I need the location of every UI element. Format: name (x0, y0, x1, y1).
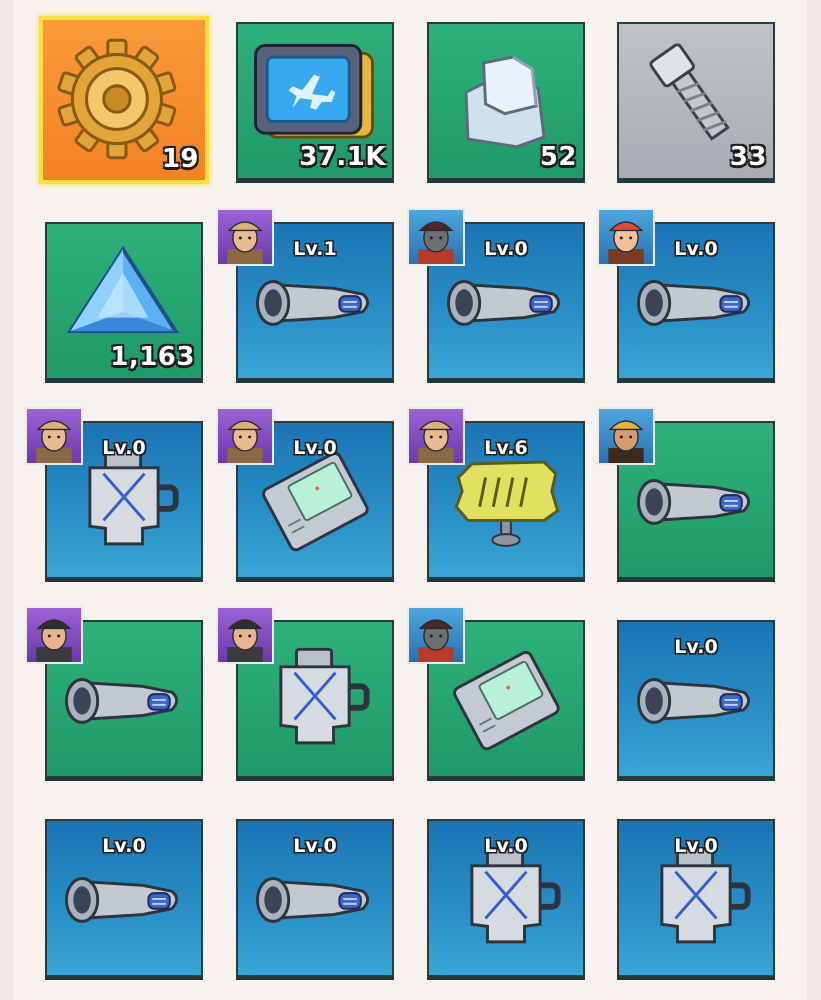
inventory-slot[interactable]: Lv.0 (617, 819, 775, 977)
item-count: 33 (729, 142, 767, 172)
item-level: Lv.0 (674, 636, 718, 658)
inventory-slot[interactable] (25, 606, 203, 778)
red-cap-kid-portrait (597, 208, 655, 266)
inventory-slot[interactable]: Lv.0 (236, 819, 394, 977)
inventory-slot[interactable]: Lv.0 (617, 620, 775, 778)
inventory-slot[interactable] (216, 606, 394, 778)
item-level: Lv.0 (293, 835, 337, 857)
bearded-man-portrait (216, 606, 274, 664)
item-level: Lv.0 (102, 835, 146, 857)
item-level: Lv.0 (674, 835, 718, 857)
inventory-slot[interactable]: 37.1K (236, 22, 394, 180)
gasmask-soldier-portrait (407, 606, 465, 664)
inventory-slot[interactable] (597, 407, 775, 579)
hat-explorer-portrait (25, 407, 83, 465)
gasmask-soldier-portrait (407, 208, 465, 266)
inventory-slot[interactable]: Lv.0 (597, 208, 775, 380)
item-count: 52 (539, 142, 577, 172)
item-count: 37.1K (299, 142, 386, 172)
hat-explorer-portrait (407, 407, 465, 465)
inventory-slot[interactable]: 1,163 (45, 222, 203, 380)
inventory-slot[interactable]: Lv.1 (216, 208, 394, 380)
inventory-slot[interactable]: Lv.0 (427, 819, 585, 977)
item-count: 19 (161, 144, 199, 174)
inventory-slot[interactable]: Lv.0 (45, 819, 203, 977)
inventory-slot[interactable]: Lv.6 (407, 407, 585, 579)
inventory-slot[interactable]: Lv.0 (25, 407, 203, 579)
inventory-slot[interactable]: 33 (617, 22, 775, 180)
hat-explorer-portrait (216, 208, 274, 266)
inventory-slot[interactable]: Lv.0 (216, 407, 394, 579)
bearded-man-portrait (25, 606, 83, 664)
yellow-cap-pilot-portrait (597, 407, 655, 465)
item-level: Lv.0 (484, 835, 528, 857)
inventory-slot[interactable]: 52 (427, 22, 585, 180)
inventory-slot[interactable]: 19 (39, 16, 209, 184)
hat-explorer-portrait (216, 407, 274, 465)
inventory-slot[interactable]: Lv.0 (407, 208, 585, 380)
item-count: 1,163 (110, 342, 195, 372)
inventory-slot[interactable] (407, 606, 585, 778)
